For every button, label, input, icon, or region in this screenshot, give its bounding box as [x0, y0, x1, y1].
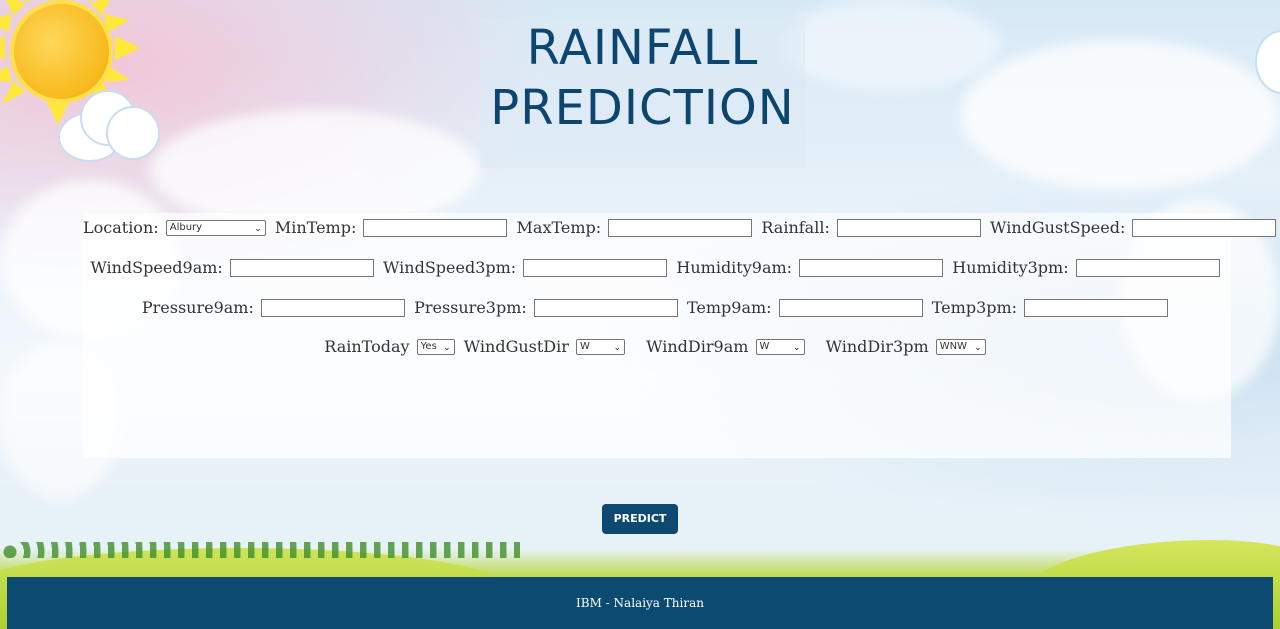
- chevron-down-icon: ⌄: [974, 342, 982, 353]
- winddir3pm-select[interactable]: WNW ⌄: [935, 338, 986, 355]
- windspeed9am-input[interactable]: [229, 258, 374, 277]
- location-select-value: Albury: [169, 221, 203, 233]
- footer: IBM - Nalaiya Thiran: [7, 577, 1273, 629]
- windgustspeed-label: WindGustSpeed:: [990, 218, 1126, 237]
- maxtemp-label: MaxTemp:: [516, 218, 602, 237]
- title-line-1: RAINFALL: [526, 20, 759, 76]
- windgustspeed-input[interactable]: [1132, 218, 1277, 237]
- background-cloud: [960, 40, 1280, 190]
- predict-button[interactable]: PREDICT: [602, 504, 678, 534]
- background-cloud: [780, 0, 1000, 90]
- prediction-form: Location: Albury ⌄ MinTemp: MaxTemp: Rai…: [83, 213, 1277, 458]
- maxtemp-input[interactable]: [608, 218, 753, 237]
- cloud-icon: [58, 90, 160, 162]
- windgustdir-select[interactable]: W ⌄: [576, 338, 625, 355]
- winddir3pm-select-value: WNW: [939, 340, 967, 352]
- humidity3pm-input[interactable]: [1075, 258, 1220, 277]
- form-row: RainToday Yes ⌄ WindGustDir W ⌄ WindDir9…: [83, 336, 1231, 356]
- temp3pm-input[interactable]: [1024, 298, 1169, 317]
- mintemp-input[interactable]: [363, 218, 508, 237]
- windgustdir-label: WindGustDir: [463, 337, 569, 356]
- chevron-down-icon: ⌄: [613, 342, 621, 353]
- winddir9am-label: WindDir9am: [646, 337, 749, 356]
- pressure9am-label: Pressure9am:: [141, 298, 254, 317]
- raintoday-label: RainToday: [324, 337, 410, 356]
- chevron-down-icon: ⌄: [254, 223, 262, 234]
- humidity9am-input[interactable]: [799, 258, 944, 277]
- pressure3pm-input[interactable]: [533, 298, 678, 317]
- pressure9am-input[interactable]: [260, 298, 405, 317]
- chevron-down-icon: ⌄: [792, 342, 801, 353]
- chevron-down-icon: ⌄: [443, 342, 451, 353]
- winddir3pm-label: WindDir3pm: [825, 337, 929, 356]
- rainfall-input[interactable]: [836, 218, 981, 237]
- form-row: Pressure9am: Pressure3pm: Temp9am: Temp3…: [83, 297, 1231, 317]
- pressure3pm-label: Pressure3pm:: [414, 298, 527, 317]
- temp9am-label: Temp9am:: [686, 298, 772, 317]
- mintemp-label: MinTemp:: [274, 218, 357, 237]
- title-line-2: PREDICTION: [490, 80, 795, 136]
- raintoday-select-value: Yes: [420, 340, 437, 352]
- rainfall-label: Rainfall:: [761, 218, 830, 237]
- form-row: Location: Albury ⌄ MinTemp: MaxTemp: Rai…: [83, 217, 1277, 237]
- background-cloud: [150, 110, 480, 230]
- location-label: Location:: [83, 218, 159, 237]
- winddir9am-select[interactable]: W ⌄: [755, 338, 805, 355]
- footer-text: IBM - Nalaiya Thiran: [576, 596, 704, 610]
- windspeed3pm-input[interactable]: [523, 258, 668, 277]
- temp3pm-label: Temp3pm:: [931, 298, 1018, 317]
- windspeed9am-label: WindSpeed9am:: [90, 258, 223, 277]
- humidity3pm-label: Humidity3pm:: [952, 258, 1069, 277]
- temp9am-input[interactable]: [778, 298, 923, 317]
- windspeed3pm-label: WindSpeed3pm:: [383, 258, 517, 277]
- location-select[interactable]: Albury ⌄: [165, 219, 266, 236]
- tree-line: [0, 542, 520, 558]
- humidity9am-label: Humidity9am:: [676, 258, 793, 277]
- windgustdir-select-value: W: [580, 340, 590, 352]
- winddir9am-select-value: W: [759, 340, 770, 352]
- page-title: RAINFALL PREDICTION: [480, 18, 805, 168]
- raintoday-select[interactable]: Yes ⌄: [416, 338, 455, 355]
- form-row: WindSpeed9am: WindSpeed3pm: Humidity9am:…: [83, 257, 1231, 277]
